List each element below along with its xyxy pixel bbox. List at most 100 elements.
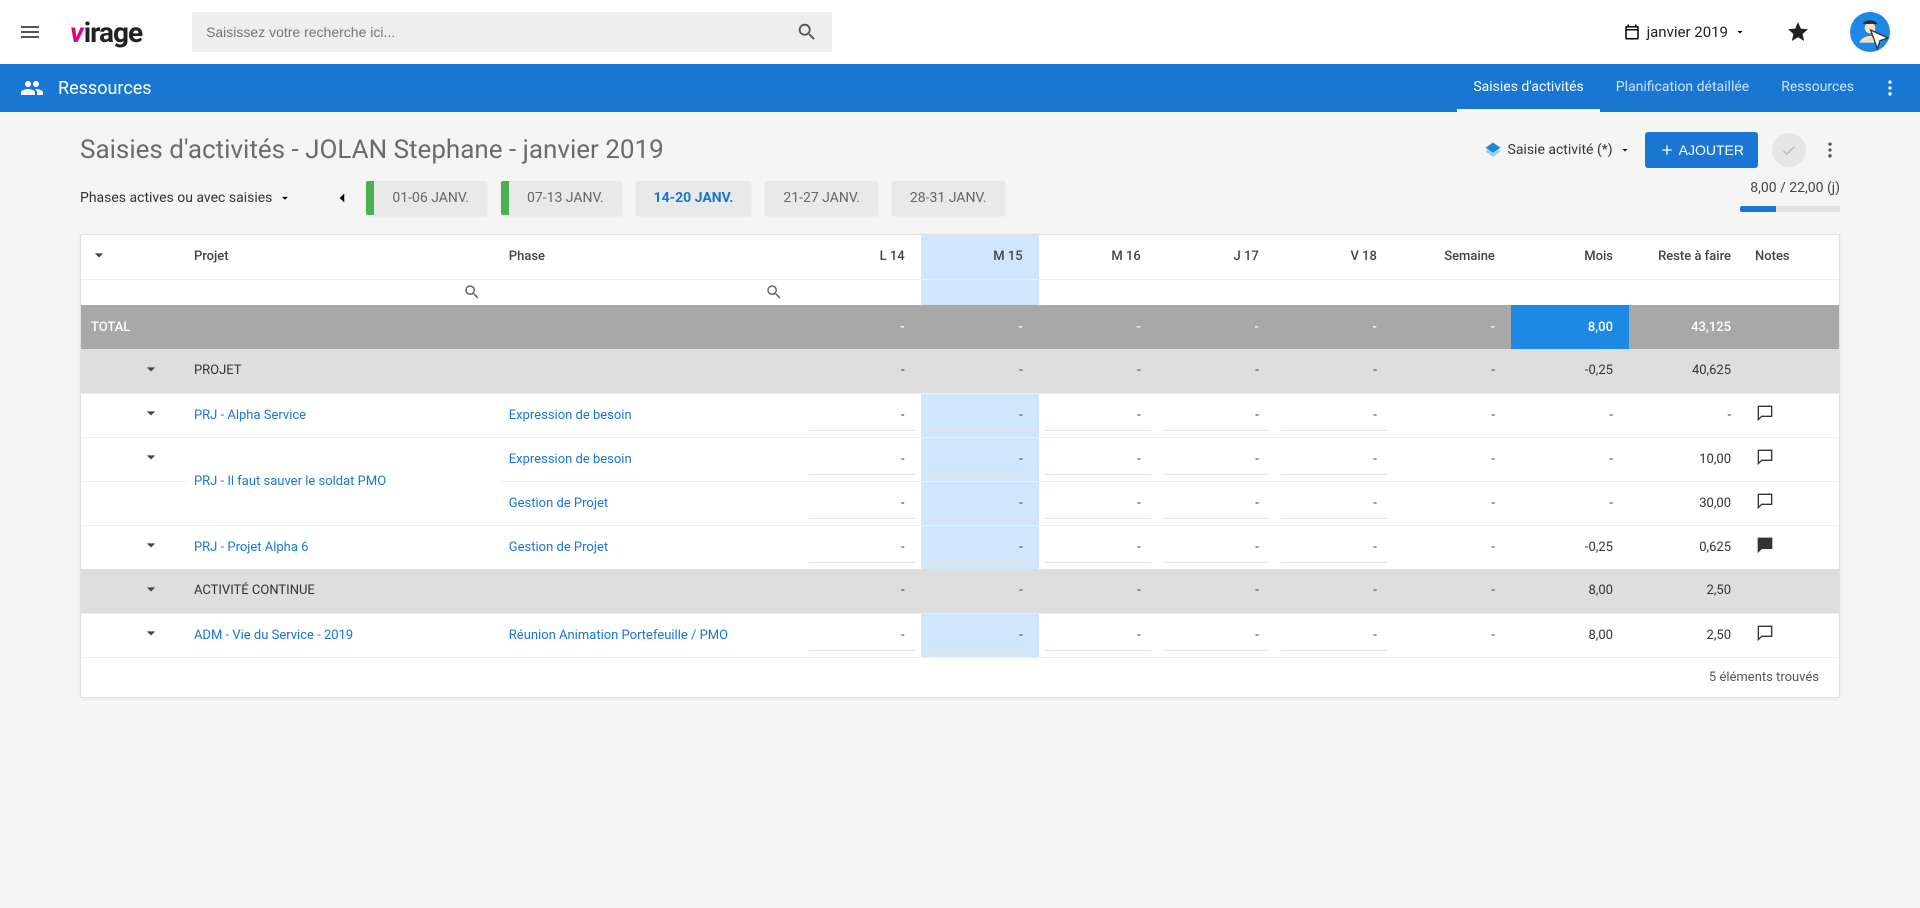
page-more-icon[interactable] xyxy=(1820,140,1840,160)
week-chip[interactable]: 28-31 JANV. xyxy=(892,181,1005,215)
row-expand[interactable] xyxy=(133,613,185,657)
nav-more-icon[interactable] xyxy=(1880,78,1900,98)
day-cell[interactable]: - xyxy=(1039,481,1157,525)
day-cell[interactable]: - xyxy=(1275,613,1393,657)
day-cell[interactable]: - xyxy=(1039,525,1157,569)
day-cell[interactable]: - xyxy=(1157,481,1275,525)
day-cell[interactable]: - xyxy=(921,437,1039,481)
day-cell[interactable]: - xyxy=(1157,613,1275,657)
group-reste: 2,50 xyxy=(1629,569,1747,613)
phase-filter-label: Phases actives ou avec saisies xyxy=(80,190,272,206)
expand-all[interactable] xyxy=(81,235,133,279)
project-link[interactable]: PRJ - Projet Alpha 6 xyxy=(194,540,309,555)
total-mois: 8,00 xyxy=(1511,305,1629,349)
day-cell[interactable]: - xyxy=(1275,437,1393,481)
project-link[interactable]: ADM - Vie du Service - 2019 xyxy=(194,628,353,643)
nav-tab[interactable]: Planification détaillée xyxy=(1600,64,1765,112)
search-input[interactable] xyxy=(206,24,796,40)
day-cell[interactable]: - xyxy=(803,437,921,481)
row-expand[interactable] xyxy=(133,525,185,569)
saisie-mode-selector[interactable]: Saisie activité (*) xyxy=(1484,141,1631,159)
day-cell[interactable]: - xyxy=(1275,481,1393,525)
day-cell[interactable]: - xyxy=(1157,437,1275,481)
saisie-mode-label: Saisie activité (*) xyxy=(1508,142,1613,158)
nav-tab[interactable]: Ressources xyxy=(1765,64,1870,112)
menu-button[interactable] xyxy=(0,20,60,44)
search-box[interactable] xyxy=(192,12,832,52)
week-chip[interactable]: 07-13 JANV. xyxy=(501,181,622,215)
period-selector[interactable]: janvier 2019 xyxy=(1623,23,1746,41)
day-cell[interactable]: - xyxy=(1275,525,1393,569)
validate-button[interactable] xyxy=(1772,133,1806,167)
day-cell[interactable]: - xyxy=(1039,613,1157,657)
phase-cell: Gestion de Projet xyxy=(501,525,803,569)
progress-text: 8,00 / 22,00 (j) xyxy=(1740,180,1840,196)
layers-icon xyxy=(1484,141,1502,159)
note-filled-icon[interactable] xyxy=(1755,535,1775,555)
week-chip[interactable]: 01-06 JANV. xyxy=(366,181,487,215)
chevron-down-icon xyxy=(1734,26,1746,38)
add-button[interactable]: AJOUTER xyxy=(1645,132,1758,168)
search-phase-icon[interactable] xyxy=(765,283,783,301)
day-cell[interactable]: - xyxy=(1039,437,1157,481)
check-icon xyxy=(1780,141,1798,159)
day-cell[interactable]: - xyxy=(1039,393,1157,437)
page-title: Saisies d'activités - JOLAN Stephane - j… xyxy=(80,135,664,165)
note-icon[interactable] xyxy=(1755,623,1775,643)
total-label: TOTAL xyxy=(81,305,186,349)
phase-link[interactable]: Gestion de Projet xyxy=(509,540,608,555)
col-reste: Reste à faire xyxy=(1629,235,1747,279)
people-icon xyxy=(20,76,44,100)
row-expand[interactable] xyxy=(133,393,185,437)
project-link[interactable]: PRJ - Alpha Service xyxy=(194,408,306,423)
nav-tab[interactable]: Saisies d'activités xyxy=(1457,64,1599,112)
day-cell[interactable]: - xyxy=(803,613,921,657)
col-semaine: Semaine xyxy=(1393,235,1511,279)
col-day: J 17 xyxy=(1157,235,1275,279)
logo: virage xyxy=(70,16,142,49)
user-avatar[interactable] xyxy=(1850,12,1890,52)
phase-filter[interactable]: Phases actives ou avec saisies xyxy=(80,190,292,206)
search-project-icon[interactable] xyxy=(463,283,481,301)
note-icon[interactable] xyxy=(1755,447,1775,467)
phase-cell: Réunion Animation Portefeuille / PMO xyxy=(501,613,803,657)
group-expand[interactable] xyxy=(133,349,185,393)
phase-link[interactable]: Expression de besoin xyxy=(509,408,632,423)
project-cell: PRJ - Il faut sauver le soldat PMO xyxy=(186,437,501,525)
group-expand[interactable] xyxy=(133,569,185,613)
module-bar: Ressources Saisies d'activitésPlanificat… xyxy=(0,64,1920,112)
row-reste: 2,50 xyxy=(1629,613,1747,657)
day-cell[interactable]: - xyxy=(921,393,1039,437)
day-cell[interactable]: - xyxy=(921,613,1039,657)
project-cell: PRJ - Alpha Service xyxy=(186,393,501,437)
row-expand[interactable] xyxy=(133,437,185,481)
phase-link[interactable]: Gestion de Projet xyxy=(509,496,608,511)
star-icon[interactable] xyxy=(1786,20,1810,44)
col-mois: Mois xyxy=(1511,235,1629,279)
day-cell[interactable]: - xyxy=(921,525,1039,569)
group-mois: -0,25 xyxy=(1511,349,1629,393)
phase-link[interactable]: Expression de besoin xyxy=(509,452,632,467)
day-cell[interactable]: - xyxy=(803,393,921,437)
row-mois: - xyxy=(1511,393,1629,437)
week-chip[interactable]: 14-20 JANV. xyxy=(636,181,752,215)
chevron-left-icon xyxy=(333,189,351,207)
row-mois: -0,25 xyxy=(1511,525,1629,569)
note-icon[interactable] xyxy=(1755,491,1775,511)
day-cell[interactable]: - xyxy=(803,525,921,569)
day-cell[interactable]: - xyxy=(921,481,1039,525)
row-mois: 8,00 xyxy=(1511,613,1629,657)
day-cell[interactable]: - xyxy=(1157,525,1275,569)
week-chip[interactable]: 21-27 JANV. xyxy=(765,181,878,215)
phase-link[interactable]: Réunion Animation Portefeuille / PMO xyxy=(509,628,728,643)
group-label: PROJET xyxy=(186,349,803,393)
group-mois: 8,00 xyxy=(1511,569,1629,613)
note-icon[interactable] xyxy=(1755,403,1775,423)
day-cell[interactable]: - xyxy=(1275,393,1393,437)
day-cell[interactable]: - xyxy=(803,481,921,525)
project-cell: PRJ - Projet Alpha 6 xyxy=(186,525,501,569)
week-prev[interactable] xyxy=(332,189,352,207)
day-cell[interactable]: - xyxy=(1157,393,1275,437)
module-title: Ressources xyxy=(58,78,152,99)
project-link[interactable]: PRJ - Il faut sauver le soldat PMO xyxy=(194,474,386,489)
